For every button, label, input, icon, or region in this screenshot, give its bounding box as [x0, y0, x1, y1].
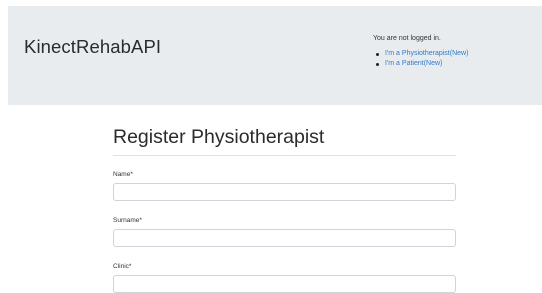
clinic-label: Clinic*: [113, 263, 132, 270]
name-field-group: Name*: [113, 171, 456, 201]
patient-register-link[interactable]: I'm a Patient(New): [385, 60, 442, 67]
name-label: Name*: [113, 171, 133, 178]
surname-input[interactable]: [113, 229, 456, 247]
site-brand[interactable]: KinectRehabAPI: [24, 36, 161, 58]
auth-links-list: I'm a Physiotherapist(New) I'm a Patient…: [373, 49, 468, 69]
surname-label: Surname*: [113, 217, 142, 224]
name-input[interactable]: [113, 183, 456, 201]
surname-field-group: Surname*: [113, 217, 456, 247]
list-item: I'm a Patient(New): [375, 59, 468, 69]
clinic-field-group: Clinic*: [113, 263, 456, 293]
physiotherapist-register-link[interactable]: I'm a Physiotherapist(New): [385, 50, 468, 57]
site-header: KinectRehabAPI You are not logged in. I'…: [8, 6, 542, 105]
auth-panel: You are not logged in. I'm a Physiothera…: [373, 35, 468, 69]
page-title: Register Physiotherapist: [113, 126, 456, 156]
auth-status-text: You are not logged in.: [373, 35, 441, 42]
clinic-input[interactable]: [113, 275, 456, 293]
register-form: Register Physiotherapist Name* Surname* …: [113, 126, 456, 293]
list-item: I'm a Physiotherapist(New): [375, 49, 468, 59]
